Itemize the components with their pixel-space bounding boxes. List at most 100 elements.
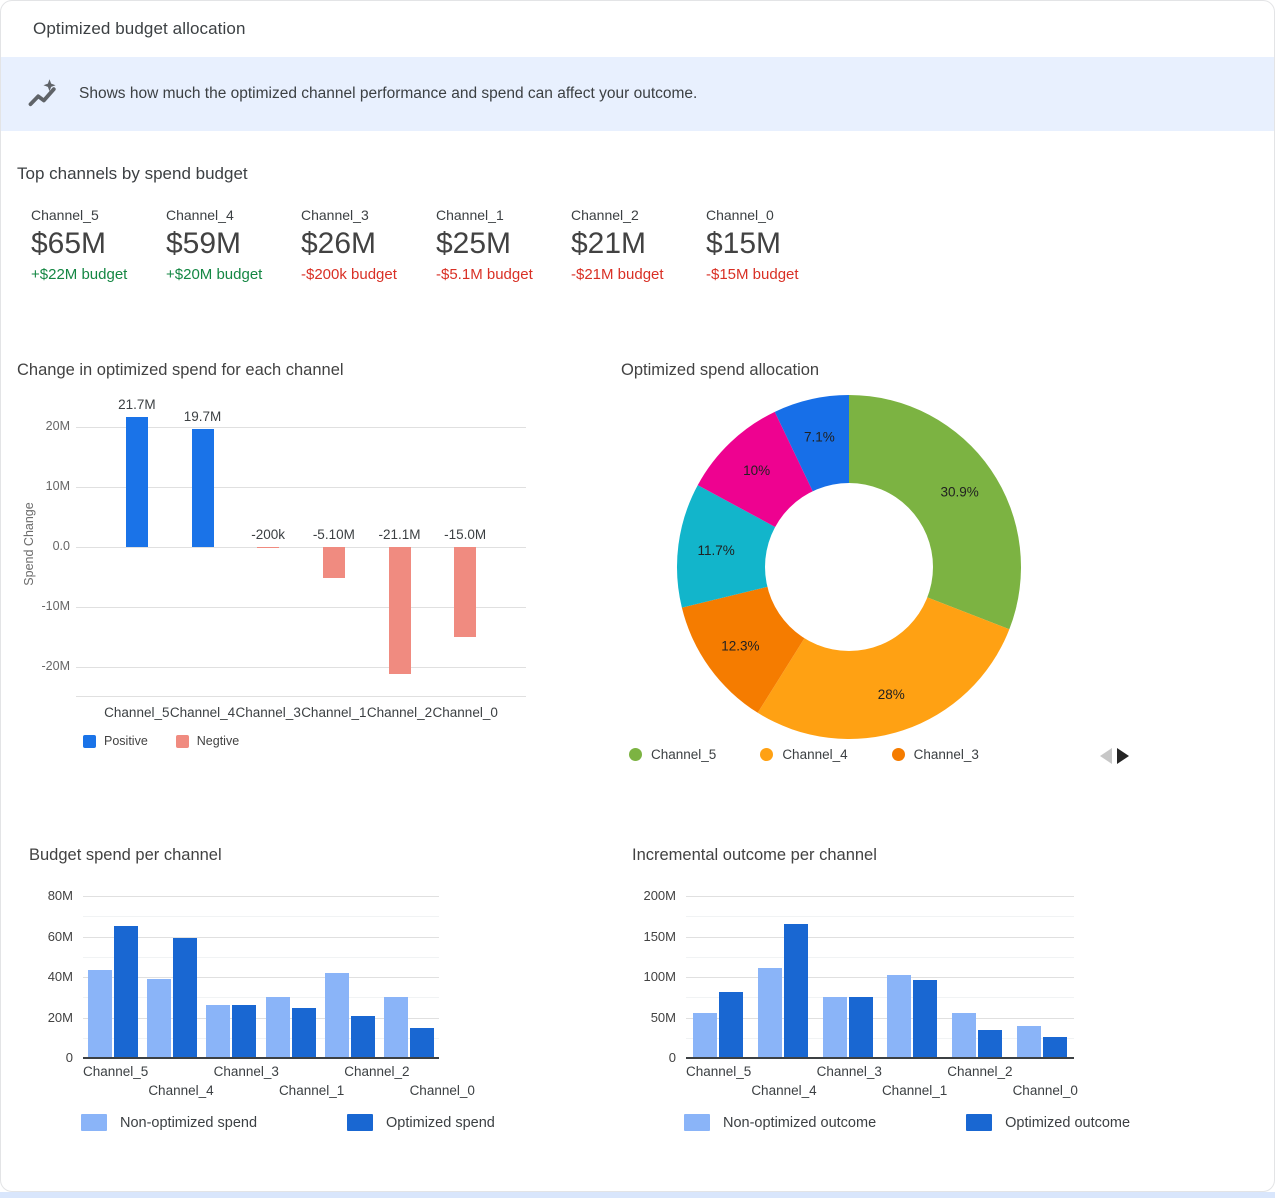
- budget-spend-legend: Non-optimized spend Optimized spend: [81, 1114, 621, 1131]
- legend-dot: [760, 748, 773, 761]
- legend-item-Channel_4[interactable]: Channel_4: [760, 747, 847, 762]
- spend-allocation-chart: Optimized spend allocation 30.9%28%12.3%…: [621, 349, 1177, 762]
- channel-budget-delta: -$5.1M budget: [436, 265, 571, 285]
- y-tick-label: 100M: [643, 969, 676, 984]
- legend-item[interactable]: Positive: [83, 734, 148, 748]
- page-title: Optimized budget allocation: [33, 19, 246, 39]
- channel-spend-value: $26M: [301, 226, 436, 262]
- top-channels-row: Channel_5$65M+$22M budgetChannel_4$59M+$…: [31, 206, 1258, 285]
- y-tick-label: -20M: [42, 659, 70, 673]
- y-tick-label: 20M: [46, 419, 70, 433]
- optimized-bar-Channel_0[interactable]: [1043, 1037, 1067, 1058]
- legend-item-Channel_5[interactable]: Channel_5: [629, 747, 716, 762]
- bar-Channel_1[interactable]: [323, 547, 345, 578]
- bar-group-Channel_0: [380, 888, 439, 1058]
- budget-spend-chart: Budget spend per channel 80M60M40M20M0 C…: [17, 832, 621, 1131]
- channel-spend-value: $21M: [571, 226, 706, 262]
- non-optimized-bar-Channel_3[interactable]: [823, 997, 847, 1058]
- bar-group-Channel_1: [261, 888, 320, 1058]
- channel-spend-value: $15M: [706, 226, 841, 262]
- x-tick-label: Channel_5: [83, 1064, 148, 1106]
- y-axis-ticks: 200M150M100M50M0: [632, 888, 686, 1058]
- banner-text: Shows how much the optimized channel per…: [79, 85, 697, 103]
- bar-Channel_2[interactable]: [389, 547, 411, 674]
- x-tick-label: Channel_4: [148, 1064, 213, 1106]
- info-banner: Shows how much the optimized channel per…: [1, 57, 1274, 131]
- legend-item[interactable]: Non-optimized spend: [81, 1114, 257, 1131]
- optimized-bar-Channel_1[interactable]: [913, 980, 937, 1058]
- non-optimized-bar-Channel_3[interactable]: [206, 1005, 230, 1058]
- channel-budget-delta: -$200k budget: [301, 265, 436, 285]
- prev-page-arrow-icon[interactable]: [1100, 748, 1112, 764]
- y-tick-label: 150M: [643, 929, 676, 944]
- x-tick-label: Channel_0: [1013, 1064, 1078, 1106]
- x-tick-label: Channel_2: [367, 705, 433, 720]
- optimized-bar-Channel_2[interactable]: [351, 1016, 375, 1058]
- legend-item-Channel_3[interactable]: Channel_3: [892, 747, 979, 762]
- optimized-bar-Channel_5[interactable]: [114, 926, 138, 1058]
- non-optimized-bar-Channel_0[interactable]: [1017, 1026, 1041, 1058]
- slice-percent-label: 28%: [878, 687, 905, 702]
- optimized-bar-Channel_3[interactable]: [849, 997, 873, 1058]
- non-optimized-bar-Channel_2[interactable]: [952, 1013, 976, 1058]
- optimized-bar-Channel_0[interactable]: [410, 1028, 434, 1058]
- non-optimized-bar-Channel_1[interactable]: [887, 975, 911, 1058]
- bar-group-Channel_3: [202, 888, 261, 1058]
- channel-card: Channel_3$26M-$200k budget: [301, 206, 436, 285]
- channel-card: Channel_2$21M-$21M budget: [571, 206, 706, 285]
- y-tick-label: 0.0: [53, 539, 70, 553]
- legend-item[interactable]: Negtive: [176, 734, 239, 748]
- non-optimized-bar-Channel_1[interactable]: [266, 997, 290, 1058]
- x-tick-label: Channel_4: [751, 1064, 816, 1106]
- x-tick-label: Channel_4: [170, 705, 236, 720]
- optimized-bar-Channel_5[interactable]: [719, 992, 743, 1058]
- spend-change-chart: Change in optimized spend for each chann…: [17, 349, 557, 762]
- y-tick-label: 20M: [48, 1010, 73, 1025]
- legend-item[interactable]: Optimized spend: [347, 1114, 495, 1131]
- non-optimized-bar-Channel_0[interactable]: [384, 997, 408, 1058]
- dashboard-body: Top channels by spend budget Channel_5$6…: [1, 164, 1274, 1131]
- next-page-arrow-icon[interactable]: [1117, 748, 1129, 764]
- bar-value-label: -21.1M: [365, 527, 435, 542]
- optimized-bar-Channel_1[interactable]: [292, 1008, 316, 1058]
- donut-legend: Channel_5 Channel_4 Channel_3: [629, 747, 1129, 762]
- non-optimized-bar-Channel_5[interactable]: [693, 1013, 717, 1058]
- optimized-bar-Channel_3[interactable]: [232, 1005, 256, 1058]
- x-tick-label: Channel_0: [410, 1064, 475, 1106]
- legend-swatch: [81, 1114, 107, 1131]
- bar-value-label: -5.10M: [299, 527, 369, 542]
- bar-value-label: 19.7M: [168, 409, 238, 424]
- gridline: [76, 667, 526, 668]
- optimized-bar-Channel_2[interactable]: [978, 1030, 1002, 1058]
- bar-Channel_0[interactable]: [454, 547, 476, 637]
- channel-name: Channel_5: [31, 206, 166, 224]
- spend-change-chart-title: Change in optimized spend for each chann…: [17, 359, 557, 381]
- y-axis-title: Spend Change: [17, 397, 41, 697]
- legend-label: Positive: [104, 734, 148, 748]
- legend-label: Non-optimized spend: [120, 1115, 257, 1131]
- budget-spend-chart-title: Budget spend per channel: [29, 844, 621, 866]
- optimized-bar-Channel_4[interactable]: [784, 924, 808, 1058]
- channel-budget-delta: +$22M budget: [31, 265, 166, 285]
- y-tick-label: 50M: [651, 1010, 676, 1025]
- non-optimized-bar-Channel_2[interactable]: [325, 973, 349, 1058]
- card-header: Optimized budget allocation: [1, 1, 1274, 57]
- bar-group-Channel_4: [142, 888, 201, 1058]
- legend-item[interactable]: Optimized outcome: [966, 1114, 1130, 1131]
- non-optimized-bar-Channel_5[interactable]: [88, 970, 112, 1058]
- bar-Channel_5[interactable]: [126, 417, 148, 547]
- optimized-bar-Channel_4[interactable]: [173, 938, 197, 1058]
- incremental-outcome-chart: Incremental outcome per channel 200M150M…: [621, 832, 1258, 1131]
- bar-group-Channel_4: [751, 888, 816, 1058]
- non-optimized-bar-Channel_4[interactable]: [147, 979, 171, 1058]
- bar-value-label: -15.0M: [430, 527, 500, 542]
- non-optimized-bar-Channel_4[interactable]: [758, 968, 782, 1058]
- incremental-outcome-plot-area: [686, 888, 1074, 1058]
- x-tick-label: Channel_3: [817, 1064, 882, 1106]
- y-axis-ticks: 80M60M40M20M0: [29, 888, 83, 1058]
- legend-item[interactable]: Non-optimized outcome: [684, 1114, 876, 1131]
- bar-value-label: 21.7M: [102, 397, 172, 412]
- bar-Channel_3[interactable]: [257, 547, 279, 548]
- bar-groups: [83, 888, 439, 1058]
- bar-Channel_4[interactable]: [192, 429, 214, 547]
